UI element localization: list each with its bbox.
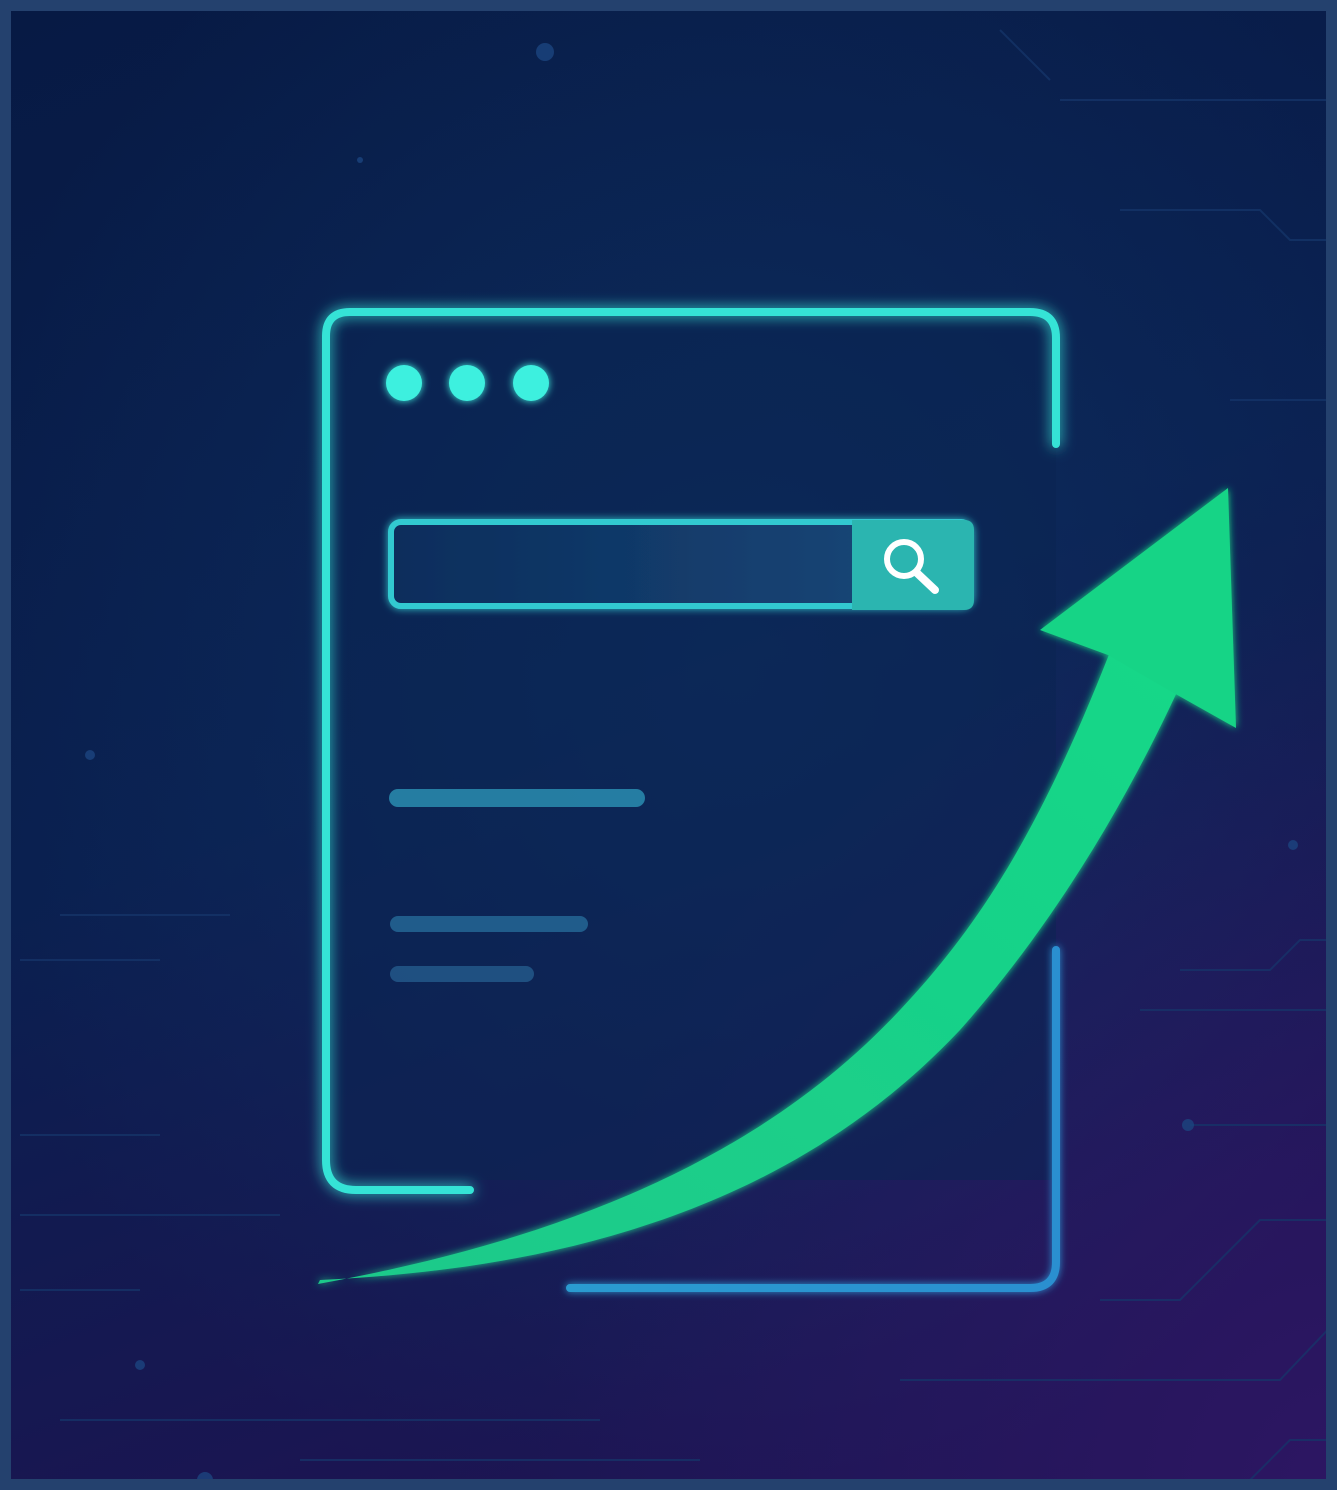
window-dot [513, 365, 549, 401]
window-controls [386, 365, 549, 401]
illustration-canvas [0, 0, 1337, 1490]
window-dot [386, 365, 422, 401]
window-dot [449, 365, 485, 401]
search-button[interactable] [852, 520, 974, 610]
search-bar[interactable] [388, 519, 974, 610]
